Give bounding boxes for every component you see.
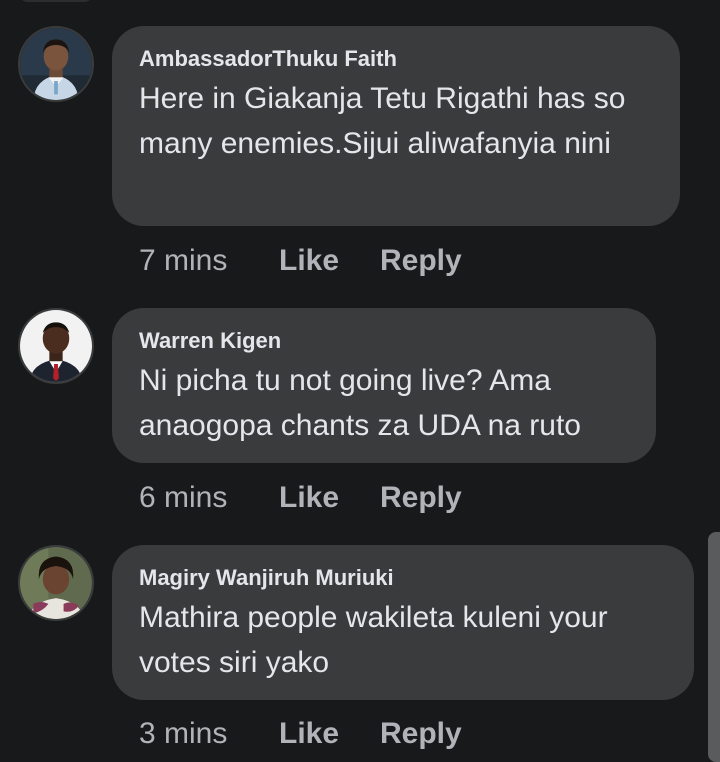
comment-actions: 6 mins Like Reply bbox=[139, 478, 462, 518]
comment-actions: 7 mins Like Reply bbox=[139, 241, 462, 281]
comment-text: Here in Giakanja Tetu Rigathi has so man… bbox=[139, 82, 626, 160]
like-button[interactable]: Like bbox=[279, 478, 380, 518]
reply-button[interactable]: Reply bbox=[380, 478, 462, 518]
comment-text: Mathira people wakileta kuleni your vote… bbox=[139, 601, 608, 679]
reply-button[interactable]: Reply bbox=[380, 714, 462, 754]
comment-bubble[interactable]: Magiry Wanjiruh Muriuki Mathira people w… bbox=[112, 545, 694, 700]
avatar[interactable] bbox=[18, 308, 94, 384]
profile-photo-woman-icon bbox=[20, 547, 92, 619]
reply-button[interactable]: Reply bbox=[380, 241, 462, 281]
comment-bubble[interactable]: Warren Kigen Ni picha tu not going live?… bbox=[112, 308, 656, 463]
like-button[interactable]: Like bbox=[279, 241, 380, 281]
comment-timestamp[interactable]: 7 mins bbox=[139, 241, 279, 281]
comment-actions: 3 mins Like Reply bbox=[139, 714, 462, 754]
avatar[interactable] bbox=[18, 545, 94, 621]
comment-bubble[interactable]: AmbassadorThuku Faith Here in Giakanja T… bbox=[112, 26, 680, 226]
comment-timestamp[interactable]: 3 mins bbox=[139, 714, 279, 754]
profile-photo-woman-icon bbox=[20, 28, 92, 100]
comment-timestamp[interactable]: 6 mins bbox=[139, 478, 279, 518]
avatar[interactable] bbox=[18, 26, 94, 102]
profile-photo-man-icon bbox=[20, 310, 92, 382]
comment-text: Ni picha tu not going live? Ama anaogopa… bbox=[139, 364, 581, 442]
like-button[interactable]: Like bbox=[279, 714, 380, 754]
comment-author[interactable]: AmbassadorThuku Faith bbox=[139, 46, 654, 72]
comment-author[interactable]: Warren Kigen bbox=[139, 328, 630, 354]
previous-comment-remnant bbox=[18, 0, 94, 2]
comment-author[interactable]: Magiry Wanjiruh Muriuki bbox=[139, 565, 668, 591]
scrollbar[interactable] bbox=[708, 532, 720, 762]
